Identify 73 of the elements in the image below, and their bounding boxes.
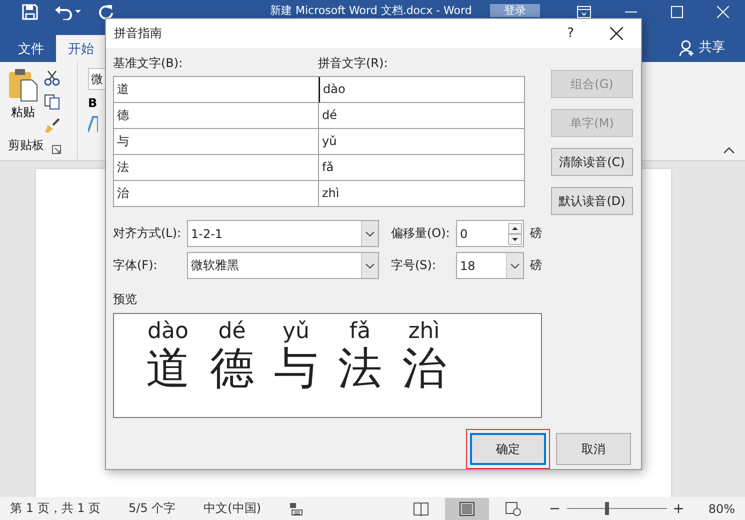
- web-layout-icon[interactable]: [504, 502, 521, 516]
- unit-label: 磅: [530, 257, 542, 274]
- chevron-down-icon: [365, 230, 375, 236]
- base-text-label: 基准文字(B):: [113, 56, 184, 71]
- copy-icon[interactable]: [44, 94, 60, 110]
- dialog-title: 拼音指南: [114, 25, 162, 42]
- page-count[interactable]: 第 1 页，共 1 页: [10, 500, 101, 517]
- font-dropdown[interactable]: 微软雅黑: [187, 252, 379, 279]
- unit-label: 磅: [530, 225, 542, 242]
- ok-button[interactable]: 确定: [470, 433, 546, 465]
- chevron-down-icon: [510, 262, 520, 268]
- read-mode-icon[interactable]: [412, 502, 429, 516]
- undo-icon[interactable]: [54, 4, 82, 20]
- base-text-field[interactable]: 治: [114, 181, 319, 207]
- ribbon-display-icon[interactable]: [577, 6, 591, 18]
- pinyin-field[interactable]: fǎ: [319, 155, 525, 181]
- preview-pinyin: yǔ: [282, 320, 310, 344]
- alignment-label: 对齐方式(L):: [113, 225, 182, 242]
- preview-character: 道: [146, 344, 190, 394]
- page-lines-icon: [458, 502, 475, 516]
- size-dropdown[interactable]: 18: [456, 252, 524, 279]
- pinyin-field[interactable]: dào: [319, 77, 525, 103]
- zoom-out-button[interactable]: −: [548, 500, 561, 516]
- preview-character: 治: [402, 344, 446, 394]
- preview-pinyin: dé: [218, 320, 246, 344]
- preview-character: 与: [274, 344, 318, 394]
- ribbon-tab[interactable]: 文件: [6, 35, 56, 62]
- share-label[interactable]: 共享: [699, 38, 725, 56]
- pinyin-text-label: 拼音文字(R):: [318, 56, 389, 71]
- redo-icon[interactable]: [98, 4, 114, 20]
- person-icon[interactable]: [679, 40, 695, 56]
- font-label: 字体(F):: [113, 257, 158, 274]
- base-text-field[interactable]: 德: [114, 103, 319, 129]
- collapse-icon[interactable]: [723, 146, 735, 154]
- chevron-down-icon: [365, 262, 375, 268]
- brush-icon[interactable]: [44, 118, 60, 134]
- preview-pinyin: dào: [148, 320, 188, 344]
- pinyin-field[interactable]: dé: [319, 103, 525, 129]
- offset-spinner[interactable]: 0: [456, 220, 524, 247]
- dialog-button[interactable]: 清除读音(C): [551, 148, 633, 176]
- save-icon[interactable]: [22, 4, 38, 20]
- base-text-field[interactable]: 与: [114, 129, 319, 155]
- cancel-button[interactable]: 取消: [556, 433, 631, 465]
- paste-button[interactable]: 粘贴: [8, 68, 38, 134]
- offset-label: 偏移量(O):: [391, 225, 451, 242]
- launcher-icon[interactable]: [52, 145, 61, 154]
- group-label: 剪贴板: [8, 137, 44, 154]
- preview-pinyin: zhì: [408, 320, 440, 344]
- pinyin-field[interactable]: yǔ: [319, 129, 525, 155]
- preview-pinyin: fǎ: [349, 320, 371, 344]
- preview-character: 德: [210, 344, 254, 394]
- base-text-field[interactable]: 道: [114, 77, 319, 103]
- base-text-field[interactable]: 法: [114, 155, 319, 181]
- macro-icon[interactable]: [289, 502, 304, 516]
- language-label[interactable]: 中文(中国): [204, 500, 262, 517]
- zoom-percent[interactable]: 80%: [708, 502, 735, 516]
- help-button[interactable]: ?: [567, 26, 574, 41]
- word-count[interactable]: 5/5 个字: [128, 500, 176, 517]
- size-label: 字号(S):: [391, 257, 438, 274]
- preview-character: 法: [338, 344, 382, 394]
- alignment-dropdown[interactable]: 1-2-1: [187, 220, 379, 247]
- close-icon[interactable]: [610, 27, 623, 40]
- print-layout-button[interactable]: [444, 498, 489, 520]
- window-title: 新建 Microsoft Word 文档.docx - Word: [270, 4, 472, 17]
- preview-label: 预览: [113, 291, 138, 308]
- scissors-icon[interactable]: [44, 70, 60, 86]
- zoom-in-button[interactable]: +: [672, 500, 684, 516]
- ribbon-tab[interactable]: 开始: [56, 35, 106, 62]
- dialog-button[interactable]: 默认读音(D): [551, 187, 633, 215]
- text-effects-icon[interactable]: [88, 116, 98, 132]
- pinyin-field[interactable]: zhì: [319, 181, 525, 207]
- maximize-icon[interactable]: [671, 6, 683, 18]
- bold-button[interactable]: B: [88, 96, 98, 110]
